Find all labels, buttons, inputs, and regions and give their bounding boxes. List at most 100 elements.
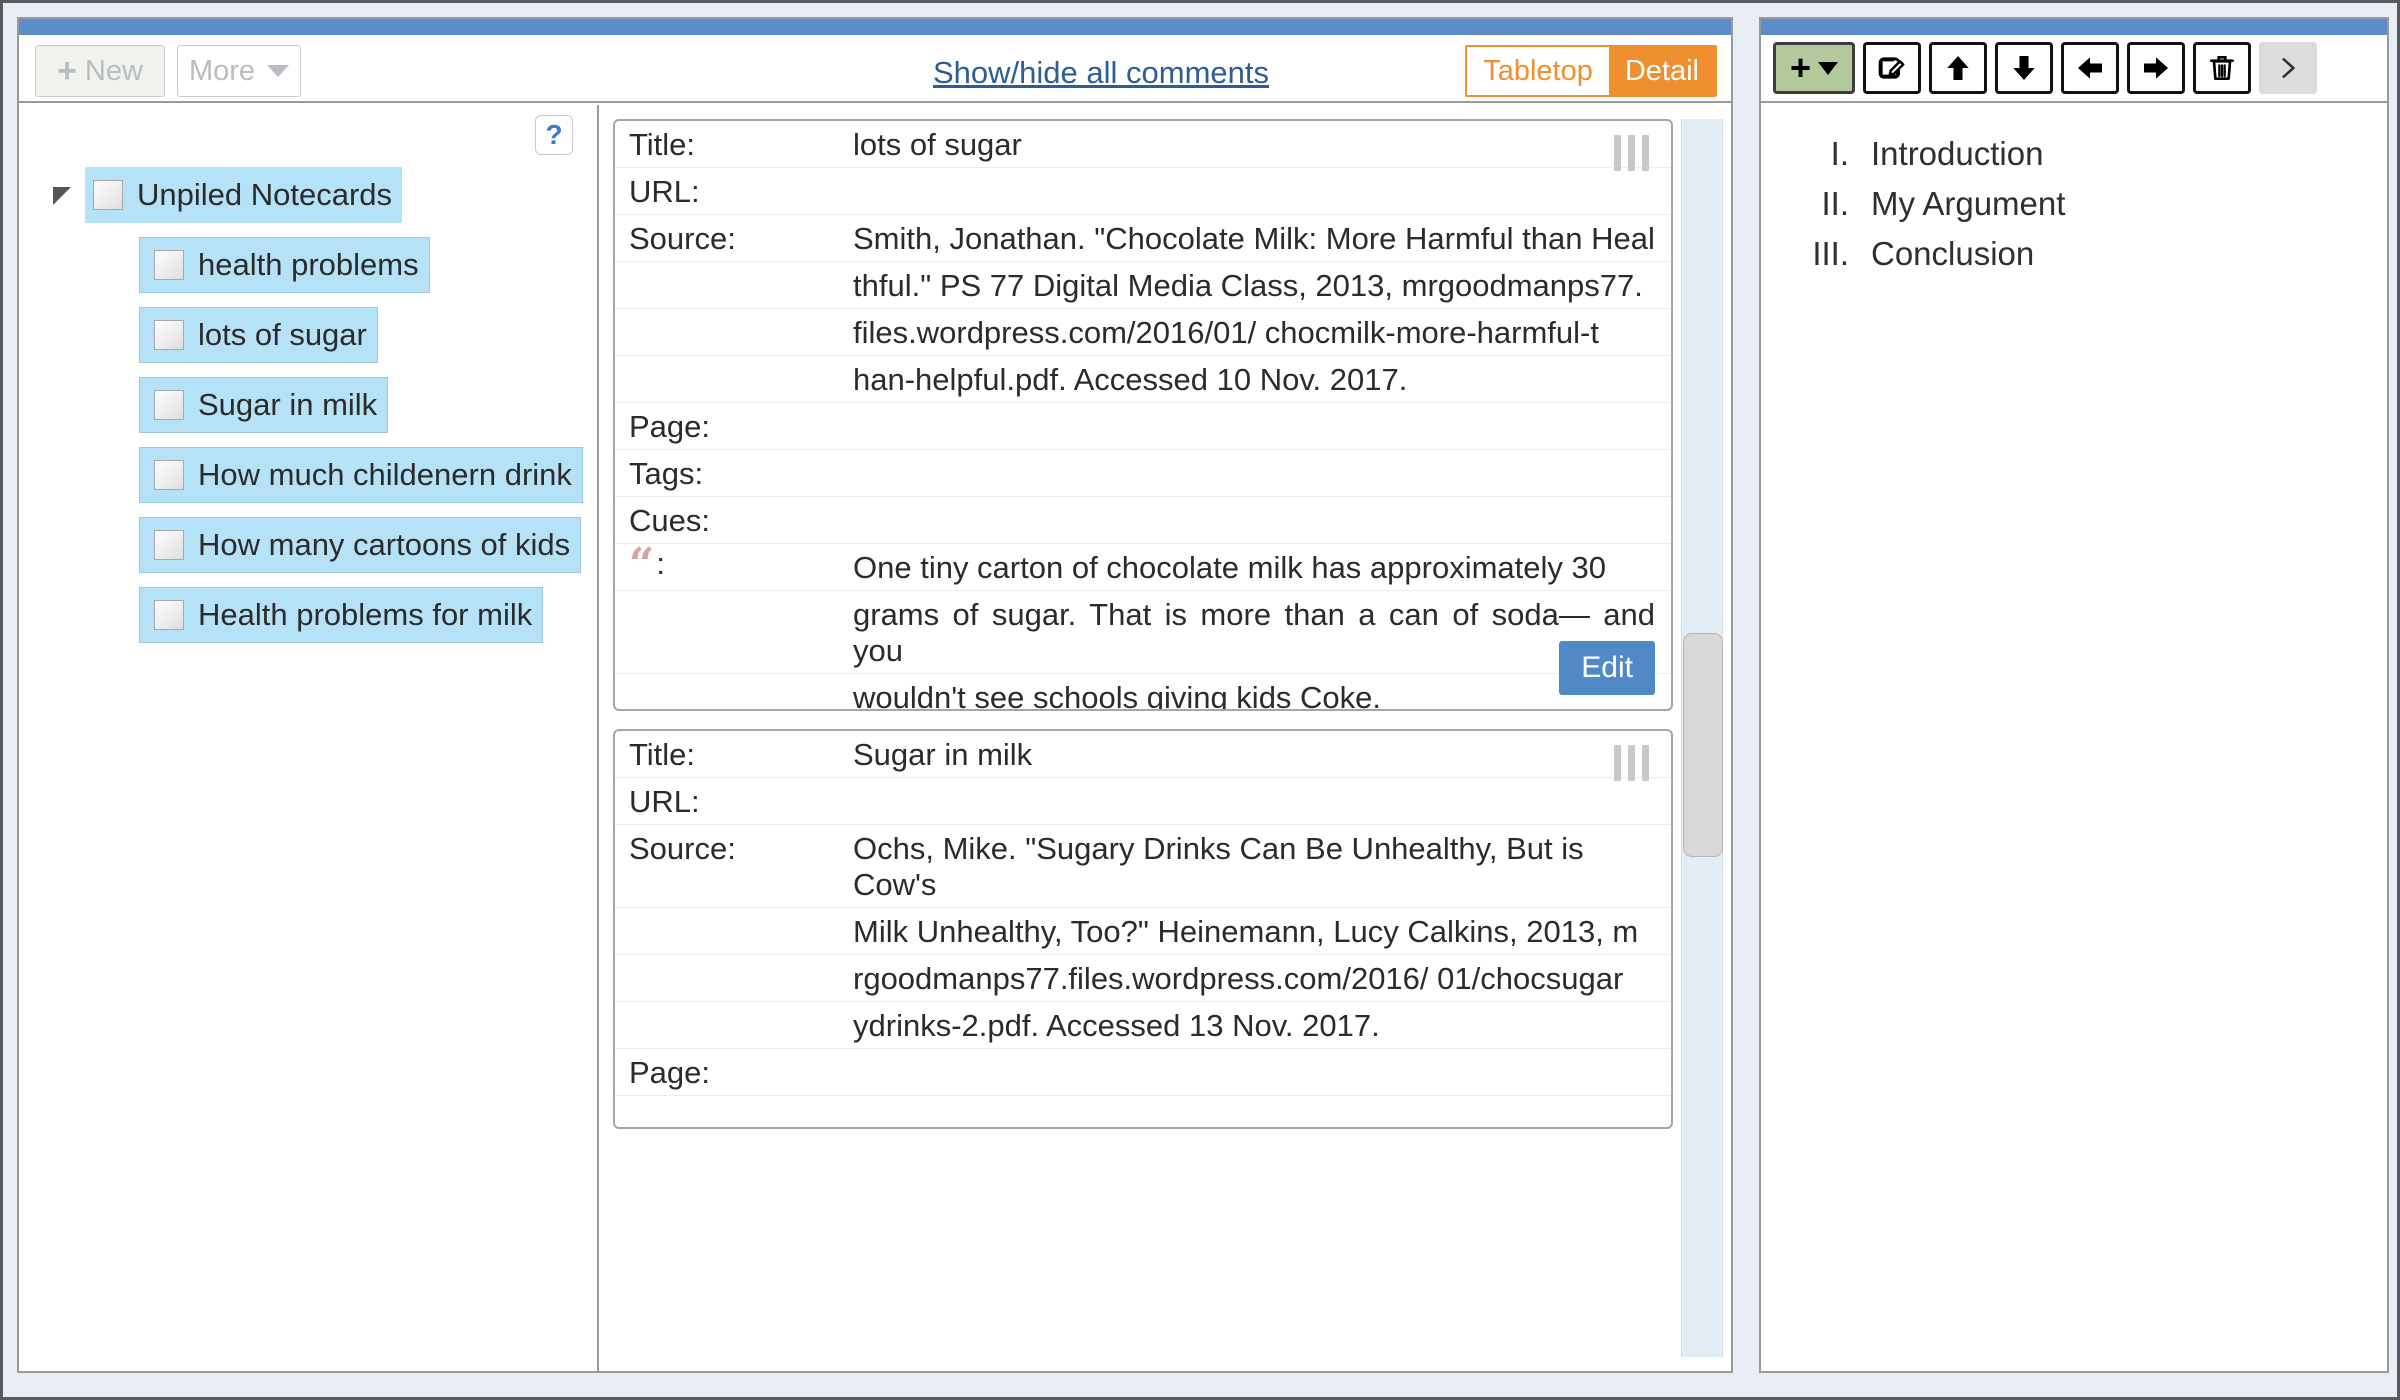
field-value: lots of sugar	[853, 121, 1671, 167]
field-value: Smith, Jonathan. "Chocolate Milk: More H…	[853, 215, 1671, 261]
spacer	[615, 908, 853, 954]
field-value: files.wordpress.com/2016/01/ chocmilk-mo…	[853, 309, 1671, 355]
field-label: URL:	[615, 168, 853, 214]
spacer	[615, 262, 853, 308]
show-hide-comments-link[interactable]: Show/hide all comments	[933, 55, 1269, 91]
tree-item-label: How much childenern drink	[198, 457, 572, 493]
tree-item-lots-of-sugar[interactable]: lots of sugar	[139, 307, 378, 363]
field-value: han-helpful.pdf. Accessed 10 Nov. 2017.	[853, 356, 1671, 402]
notecards-panel: + New More Show/hide all comments Tablet…	[17, 17, 1733, 1373]
field-source-cont: thful." PS 77 Digital Media Class, 2013,…	[615, 262, 1671, 309]
field-page: Page:	[615, 403, 1671, 450]
tree-item-how-many-cartoons-of-kids[interactable]: How many cartoons of kids	[139, 517, 581, 573]
more-button[interactable]: More	[177, 45, 301, 97]
field-source: Source: Ochs, Mike. "Sugary Drinks Can B…	[615, 825, 1671, 908]
tree-item-health-problems-for-milk[interactable]: Health problems for milk	[139, 587, 543, 643]
spacer	[615, 356, 853, 402]
field-title: Title: lots of sugar	[615, 121, 1671, 168]
help-icon[interactable]: ?	[535, 115, 573, 155]
outdent-button[interactable]	[2061, 42, 2119, 94]
tree-row: How much childenern drink	[19, 447, 597, 503]
notecard-icon	[154, 530, 184, 560]
tree-item-unpiled-notecards[interactable]: Unpiled Notecards	[85, 167, 402, 223]
tree-row: health problems	[19, 237, 597, 293]
edit-node-button[interactable]	[1863, 42, 1921, 94]
field-value: rgoodmanps77.files.wordpress.com/2016/ 0…	[853, 955, 1671, 1001]
field-url: URL:	[615, 778, 1671, 825]
tree-row: Health problems for milk	[19, 587, 597, 643]
notecard-icon	[154, 600, 184, 630]
drag-handle-icon[interactable]	[1614, 135, 1649, 171]
outline-item[interactable]: II.My Argument	[1761, 185, 2387, 223]
delete-node-button[interactable]	[2193, 42, 2251, 94]
notecard-icon	[154, 460, 184, 490]
spacer	[615, 1002, 853, 1048]
move-up-button[interactable]	[1929, 42, 1987, 94]
edit-button[interactable]: Edit	[1559, 641, 1655, 695]
notecard-icon	[154, 250, 184, 280]
field-value	[853, 497, 1671, 543]
indent-button[interactable]	[2127, 42, 2185, 94]
outline-item[interactable]: III.Conclusion	[1761, 235, 2387, 273]
outline-item[interactable]: I.Introduction	[1761, 135, 2387, 173]
detail-scrollbar[interactable]	[1681, 119, 1723, 1357]
field-label-text: :	[656, 548, 665, 581]
expand-collapse-triangle-icon[interactable]	[53, 187, 71, 205]
plus-icon: +	[57, 54, 77, 88]
chevron-down-icon	[267, 65, 289, 77]
tree-item-how-much-childenern-drink[interactable]: How much childenern drink	[139, 447, 583, 503]
notecard-icon	[154, 320, 184, 350]
field-label: Tags:	[615, 450, 853, 496]
tree-item-label: lots of sugar	[198, 317, 367, 353]
field-label: Cues:	[615, 497, 853, 543]
field-label: Source:	[615, 215, 853, 261]
tree-row: lots of sugar	[19, 307, 597, 363]
field-value: Milk Unhealthy, Too?" Heinemann, Lucy Ca…	[853, 908, 1671, 954]
notecard-icon	[154, 390, 184, 420]
tree-item-sugar-in-milk[interactable]: Sugar in milk	[139, 377, 388, 433]
field-source-cont: han-helpful.pdf. Accessed 10 Nov. 2017.	[615, 356, 1671, 403]
tab-tabletop[interactable]: Tabletop	[1467, 47, 1609, 95]
new-button-label: New	[85, 55, 143, 88]
outline-item-label: Introduction	[1871, 135, 2043, 173]
field-value: wouldn't see schools giving kids Coke.	[853, 674, 1671, 711]
field-value	[853, 450, 1671, 496]
detail-scrollbar-thumb[interactable]	[1683, 633, 1723, 857]
arrow-up-icon	[1942, 52, 1974, 84]
expand-panel-button[interactable]	[2259, 42, 2317, 94]
spacer	[615, 674, 853, 711]
field-value: Ochs, Mike. "Sugary Drinks Can Be Unheal…	[853, 825, 1671, 907]
move-down-button[interactable]	[1995, 42, 2053, 94]
add-node-button[interactable]: +	[1773, 42, 1855, 94]
field-value: thful." PS 77 Digital Media Class, 2013,…	[853, 262, 1671, 308]
outline-item-number: I.	[1761, 135, 1871, 173]
new-button[interactable]: + New	[35, 45, 165, 97]
field-quote-cont: wouldn't see schools giving kids Coke.	[615, 674, 1671, 711]
field-cues: Cues:	[615, 497, 1671, 544]
field-source-cont: ydrinks-2.pdf. Accessed 13 Nov. 2017.	[615, 1002, 1671, 1049]
tab-detail[interactable]: Detail	[1609, 47, 1715, 95]
outline-item-label: Conclusion	[1871, 235, 2034, 273]
field-label: URL:	[615, 778, 853, 824]
field-value: Sugar in milk	[853, 731, 1671, 777]
outline-item-number: II.	[1761, 185, 1871, 223]
chevron-down-icon	[1818, 62, 1838, 75]
field-value: One tiny carton of chocolate milk has ap…	[853, 544, 1671, 590]
field-source: Source: Smith, Jonathan. "Chocolate Milk…	[615, 215, 1671, 262]
field-source-cont: Milk Unhealthy, Too?" Heinemann, Lucy Ca…	[615, 908, 1671, 955]
notecard-icon	[93, 180, 123, 210]
field-page: Page:	[615, 1049, 1671, 1096]
field-label: “ :	[615, 544, 853, 590]
notecard[interactable]: Title: lots of sugar URL: Source: Smith,…	[613, 119, 1673, 711]
notecard[interactable]: Title: Sugar in milk URL: Source: Ochs, …	[613, 729, 1673, 1129]
field-source-cont: rgoodmanps77.files.wordpress.com/2016/ 0…	[615, 955, 1671, 1002]
field-value	[853, 403, 1671, 449]
drag-handle-icon[interactable]	[1614, 745, 1649, 781]
field-source-cont: files.wordpress.com/2016/01/ chocmilk-mo…	[615, 309, 1671, 356]
tree-row: How many cartoons of kids	[19, 517, 597, 573]
tree-row: Unpiled Notecards	[19, 167, 597, 223]
tree-row: Sugar in milk	[19, 377, 597, 433]
tree-item-health-problems[interactable]: health problems	[139, 237, 430, 293]
field-value	[853, 1049, 1671, 1095]
notecard-actions: Edit	[1559, 641, 1655, 695]
